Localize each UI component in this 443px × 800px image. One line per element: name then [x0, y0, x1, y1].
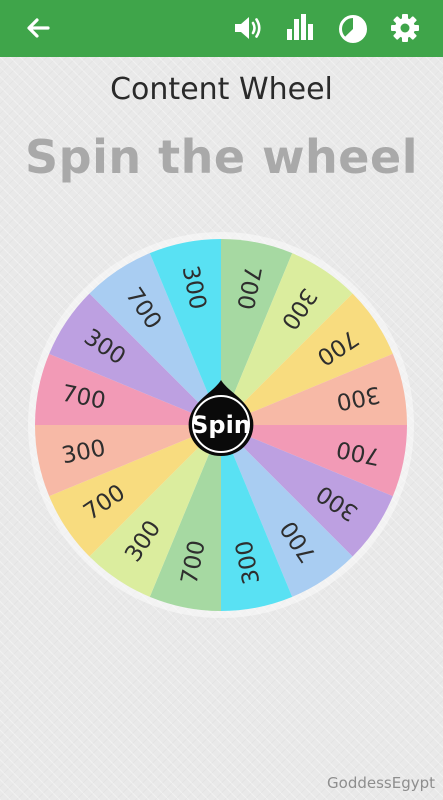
spin-button-label: Spin	[191, 411, 251, 439]
prize-wheel[interactable]: 700 3007003007003007003007003007003007003…	[0, 0, 443, 800]
watermark: GoddessEgypt	[327, 774, 435, 792]
